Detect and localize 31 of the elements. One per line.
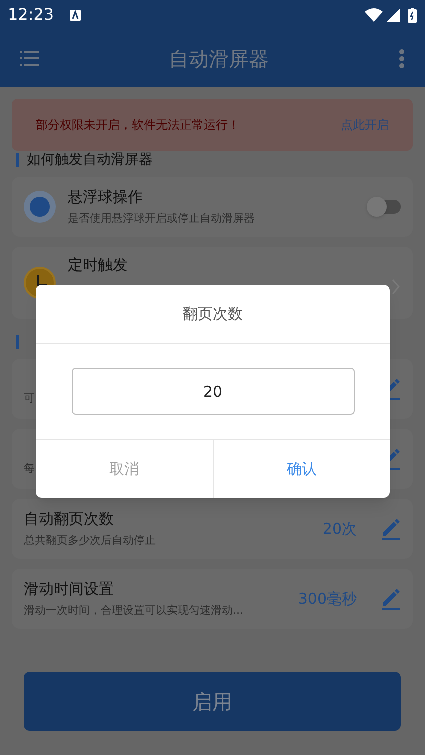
setting-title: 自动翻页次数: [24, 508, 114, 529]
setting-description: 每: [24, 460, 35, 477]
floating-ball-icon: [24, 191, 56, 223]
menu-icon[interactable]: [20, 51, 39, 66]
battery-icon: [408, 8, 417, 22]
setting-description: 是否使用悬浮球开启或停止自动滑屏器: [68, 210, 255, 227]
warning-message: 部分权限未开启，软件无法正常运行！: [36, 117, 240, 134]
setting-title: 定时触发: [68, 255, 128, 275]
settings-card[interactable]: 悬浮球操作 是否使用悬浮球开启或停止自动滑屏器: [12, 177, 413, 237]
count-input-field[interactable]: 20: [72, 368, 354, 415]
enable-button[interactable]: 启用: [24, 672, 401, 731]
setting-value: 300毫秒: [298, 588, 357, 610]
chevron-right-icon: [391, 279, 401, 295]
toggle-switch[interactable]: [367, 197, 401, 217]
signal-icon: [387, 8, 400, 22]
settings-card[interactable]: 自动翻页次数 总共翻页多少次后自动停止 20次: [12, 499, 413, 559]
confirm-button[interactable]: 确认: [212, 440, 390, 498]
setting-title: 滑动时间设置: [24, 578, 114, 599]
wifi-icon: [365, 8, 383, 22]
setting-description: 总共翻页多少次后自动停止: [24, 532, 156, 549]
more-options-icon[interactable]: [399, 48, 405, 68]
settings-card[interactable]: 滑动时间设置 滑动一次时间，合理设置可以实现匀速滑动... 300毫秒: [12, 569, 413, 629]
notification-icon: [70, 10, 82, 20]
setting-description: 可: [24, 390, 35, 407]
setting-value: 20次: [322, 518, 357, 540]
setting-description: 滑动一次时间，合理设置可以实现匀速滑动...: [24, 602, 244, 619]
cancel-button[interactable]: 取消: [36, 440, 212, 498]
section-title: 如何触发自动滑屏器: [27, 151, 153, 169]
status-time: 12:23: [8, 4, 54, 26]
setting-title: 悬浮球操作: [68, 186, 143, 207]
app-title: 自动滑屏器: [169, 46, 269, 72]
